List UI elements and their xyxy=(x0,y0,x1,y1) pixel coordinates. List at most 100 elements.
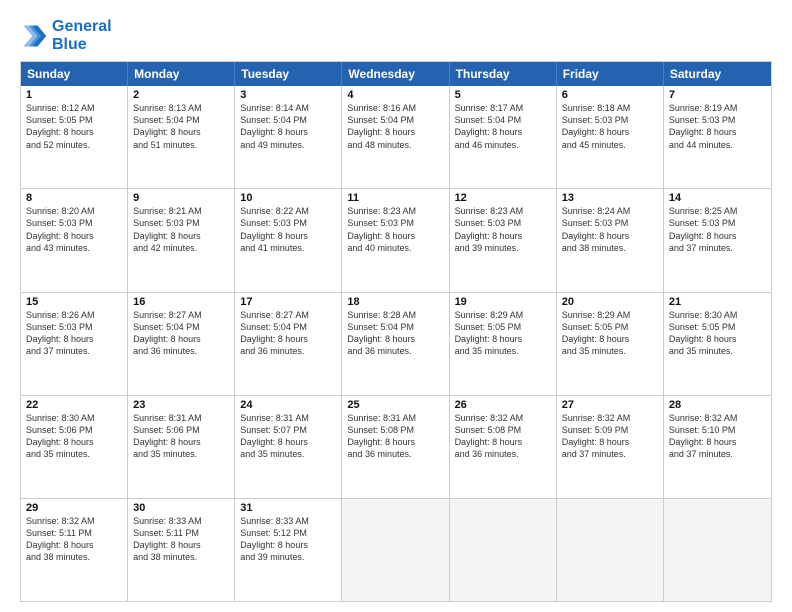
calendar-cell: 25Sunrise: 8:31 AMSunset: 5:08 PMDayligh… xyxy=(342,396,449,498)
calendar-cell: 13Sunrise: 8:24 AMSunset: 5:03 PMDayligh… xyxy=(557,189,664,291)
cell-text: Sunrise: 8:31 AMSunset: 5:08 PMDaylight:… xyxy=(347,412,443,461)
calendar-cell: 27Sunrise: 8:32 AMSunset: 5:09 PMDayligh… xyxy=(557,396,664,498)
cell-text: Sunrise: 8:31 AMSunset: 5:06 PMDaylight:… xyxy=(133,412,229,461)
calendar-cell: 2Sunrise: 8:13 AMSunset: 5:04 PMDaylight… xyxy=(128,86,235,188)
calendar-cell xyxy=(342,499,449,601)
calendar-cell: 22Sunrise: 8:30 AMSunset: 5:06 PMDayligh… xyxy=(21,396,128,498)
day-number: 26 xyxy=(455,399,551,411)
calendar-cell: 16Sunrise: 8:27 AMSunset: 5:04 PMDayligh… xyxy=(128,293,235,395)
calendar-row: 22Sunrise: 8:30 AMSunset: 5:06 PMDayligh… xyxy=(21,396,771,499)
calendar-cell: 20Sunrise: 8:29 AMSunset: 5:05 PMDayligh… xyxy=(557,293,664,395)
day-number: 14 xyxy=(669,192,766,204)
cell-text: Sunrise: 8:19 AMSunset: 5:03 PMDaylight:… xyxy=(669,102,766,151)
cell-text: Sunrise: 8:22 AMSunset: 5:03 PMDaylight:… xyxy=(240,205,336,254)
calendar-cell: 3Sunrise: 8:14 AMSunset: 5:04 PMDaylight… xyxy=(235,86,342,188)
cell-text: Sunrise: 8:20 AMSunset: 5:03 PMDaylight:… xyxy=(26,205,122,254)
calendar-row: 1Sunrise: 8:12 AMSunset: 5:05 PMDaylight… xyxy=(21,86,771,189)
day-number: 27 xyxy=(562,399,658,411)
day-number: 24 xyxy=(240,399,336,411)
day-number: 29 xyxy=(26,502,122,514)
cell-text: Sunrise: 8:24 AMSunset: 5:03 PMDaylight:… xyxy=(562,205,658,254)
cell-text: Sunrise: 8:30 AMSunset: 5:05 PMDaylight:… xyxy=(669,309,766,358)
day-number: 25 xyxy=(347,399,443,411)
calendar-cell: 24Sunrise: 8:31 AMSunset: 5:07 PMDayligh… xyxy=(235,396,342,498)
cell-text: Sunrise: 8:33 AMSunset: 5:12 PMDaylight:… xyxy=(240,515,336,564)
cell-text: Sunrise: 8:27 AMSunset: 5:04 PMDaylight:… xyxy=(133,309,229,358)
calendar-cell: 18Sunrise: 8:28 AMSunset: 5:04 PMDayligh… xyxy=(342,293,449,395)
calendar-header-cell: Sunday xyxy=(21,62,128,86)
calendar: SundayMondayTuesdayWednesdayThursdayFrid… xyxy=(20,61,772,602)
calendar-header-cell: Monday xyxy=(128,62,235,86)
cell-text: Sunrise: 8:32 AMSunset: 5:09 PMDaylight:… xyxy=(562,412,658,461)
day-number: 6 xyxy=(562,89,658,101)
cell-text: Sunrise: 8:16 AMSunset: 5:04 PMDaylight:… xyxy=(347,102,443,151)
day-number: 18 xyxy=(347,296,443,308)
cell-text: Sunrise: 8:33 AMSunset: 5:11 PMDaylight:… xyxy=(133,515,229,564)
calendar-header-row: SundayMondayTuesdayWednesdayThursdayFrid… xyxy=(21,62,771,86)
calendar-cell: 7Sunrise: 8:19 AMSunset: 5:03 PMDaylight… xyxy=(664,86,771,188)
day-number: 11 xyxy=(347,192,443,204)
cell-text: Sunrise: 8:21 AMSunset: 5:03 PMDaylight:… xyxy=(133,205,229,254)
logo: GeneralBlue xyxy=(20,18,112,53)
cell-text: Sunrise: 8:27 AMSunset: 5:04 PMDaylight:… xyxy=(240,309,336,358)
day-number: 12 xyxy=(455,192,551,204)
cell-text: Sunrise: 8:32 AMSunset: 5:11 PMDaylight:… xyxy=(26,515,122,564)
day-number: 8 xyxy=(26,192,122,204)
calendar-row: 8Sunrise: 8:20 AMSunset: 5:03 PMDaylight… xyxy=(21,189,771,292)
day-number: 30 xyxy=(133,502,229,514)
calendar-cell: 21Sunrise: 8:30 AMSunset: 5:05 PMDayligh… xyxy=(664,293,771,395)
calendar-cell: 4Sunrise: 8:16 AMSunset: 5:04 PMDaylight… xyxy=(342,86,449,188)
cell-text: Sunrise: 8:30 AMSunset: 5:06 PMDaylight:… xyxy=(26,412,122,461)
calendar-cell xyxy=(664,499,771,601)
calendar-cell: 23Sunrise: 8:31 AMSunset: 5:06 PMDayligh… xyxy=(128,396,235,498)
calendar-cell xyxy=(557,499,664,601)
day-number: 28 xyxy=(669,399,766,411)
day-number: 3 xyxy=(240,89,336,101)
calendar-cell: 8Sunrise: 8:20 AMSunset: 5:03 PMDaylight… xyxy=(21,189,128,291)
day-number: 9 xyxy=(133,192,229,204)
calendar-cell: 12Sunrise: 8:23 AMSunset: 5:03 PMDayligh… xyxy=(450,189,557,291)
cell-text: Sunrise: 8:31 AMSunset: 5:07 PMDaylight:… xyxy=(240,412,336,461)
cell-text: Sunrise: 8:32 AMSunset: 5:08 PMDaylight:… xyxy=(455,412,551,461)
calendar-header-cell: Friday xyxy=(557,62,664,86)
day-number: 7 xyxy=(669,89,766,101)
cell-text: Sunrise: 8:18 AMSunset: 5:03 PMDaylight:… xyxy=(562,102,658,151)
cell-text: Sunrise: 8:13 AMSunset: 5:04 PMDaylight:… xyxy=(133,102,229,151)
logo-icon xyxy=(20,22,48,50)
cell-text: Sunrise: 8:29 AMSunset: 5:05 PMDaylight:… xyxy=(455,309,551,358)
calendar-cell: 1Sunrise: 8:12 AMSunset: 5:05 PMDaylight… xyxy=(21,86,128,188)
calendar-cell: 9Sunrise: 8:21 AMSunset: 5:03 PMDaylight… xyxy=(128,189,235,291)
cell-text: Sunrise: 8:29 AMSunset: 5:05 PMDaylight:… xyxy=(562,309,658,358)
day-number: 2 xyxy=(133,89,229,101)
logo-text: GeneralBlue xyxy=(52,18,112,53)
calendar-cell: 5Sunrise: 8:17 AMSunset: 5:04 PMDaylight… xyxy=(450,86,557,188)
cell-text: Sunrise: 8:25 AMSunset: 5:03 PMDaylight:… xyxy=(669,205,766,254)
calendar-row: 29Sunrise: 8:32 AMSunset: 5:11 PMDayligh… xyxy=(21,499,771,601)
day-number: 16 xyxy=(133,296,229,308)
day-number: 22 xyxy=(26,399,122,411)
cell-text: Sunrise: 8:26 AMSunset: 5:03 PMDaylight:… xyxy=(26,309,122,358)
calendar-header-cell: Saturday xyxy=(664,62,771,86)
day-number: 23 xyxy=(133,399,229,411)
calendar-header-cell: Tuesday xyxy=(235,62,342,86)
calendar-header-cell: Wednesday xyxy=(342,62,449,86)
calendar-cell xyxy=(450,499,557,601)
cell-text: Sunrise: 8:32 AMSunset: 5:10 PMDaylight:… xyxy=(669,412,766,461)
calendar-cell: 30Sunrise: 8:33 AMSunset: 5:11 PMDayligh… xyxy=(128,499,235,601)
day-number: 21 xyxy=(669,296,766,308)
calendar-cell: 14Sunrise: 8:25 AMSunset: 5:03 PMDayligh… xyxy=(664,189,771,291)
day-number: 31 xyxy=(240,502,336,514)
calendar-cell: 19Sunrise: 8:29 AMSunset: 5:05 PMDayligh… xyxy=(450,293,557,395)
cell-text: Sunrise: 8:12 AMSunset: 5:05 PMDaylight:… xyxy=(26,102,122,151)
day-number: 4 xyxy=(347,89,443,101)
day-number: 19 xyxy=(455,296,551,308)
header: GeneralBlue xyxy=(20,18,772,53)
calendar-row: 15Sunrise: 8:26 AMSunset: 5:03 PMDayligh… xyxy=(21,293,771,396)
calendar-header-cell: Thursday xyxy=(450,62,557,86)
calendar-cell: 6Sunrise: 8:18 AMSunset: 5:03 PMDaylight… xyxy=(557,86,664,188)
day-number: 10 xyxy=(240,192,336,204)
day-number: 1 xyxy=(26,89,122,101)
cell-text: Sunrise: 8:23 AMSunset: 5:03 PMDaylight:… xyxy=(455,205,551,254)
cell-text: Sunrise: 8:17 AMSunset: 5:04 PMDaylight:… xyxy=(455,102,551,151)
calendar-cell: 26Sunrise: 8:32 AMSunset: 5:08 PMDayligh… xyxy=(450,396,557,498)
